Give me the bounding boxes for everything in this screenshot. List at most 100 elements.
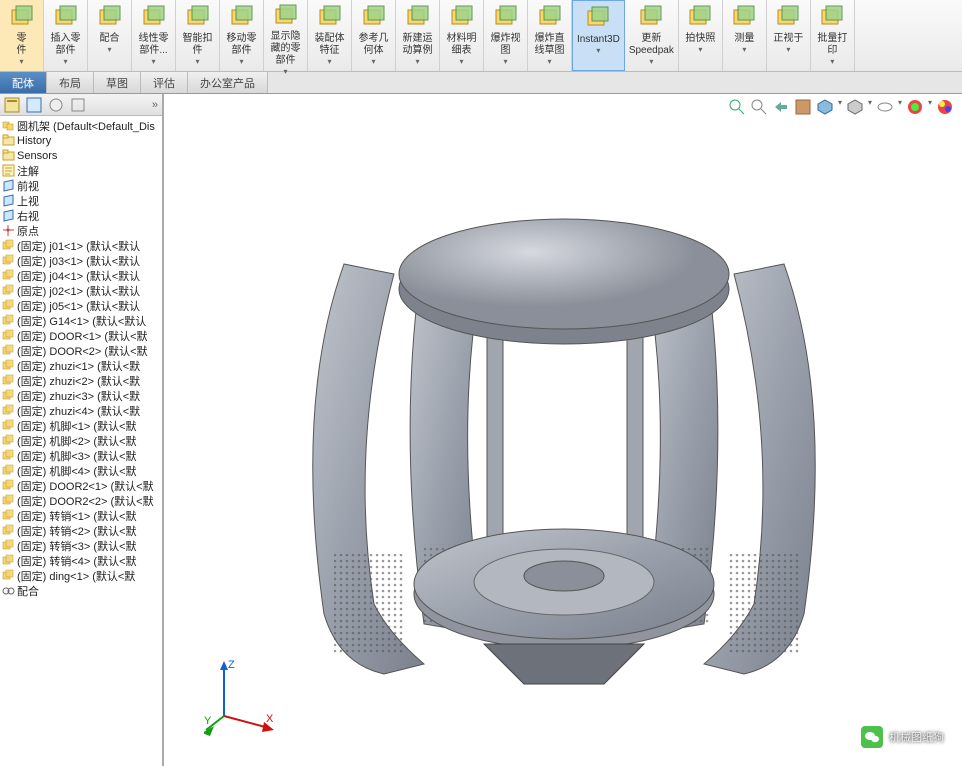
property-tab-icon[interactable] xyxy=(48,97,64,113)
dropdown-arrow-icon[interactable]: ▾ xyxy=(786,45,790,54)
tree-item[interactable]: 配合 xyxy=(0,583,162,598)
dropdown-arrow-icon[interactable]: ▾ xyxy=(503,57,507,66)
tree-item[interactable]: (固定) 机脚<3> (默认<默 xyxy=(0,448,162,463)
show-hidden-button[interactable]: 显示隐 藏的零 部件▾ xyxy=(264,0,308,71)
bom-button[interactable]: 材料明 细表▾ xyxy=(440,0,484,71)
dropdown-arrow-icon[interactable]: ▾ xyxy=(107,45,111,54)
section-icon[interactable] xyxy=(794,98,812,116)
axis-z: Z xyxy=(228,659,235,671)
dropdown-icon[interactable]: ▾ xyxy=(838,98,842,116)
measure-button[interactable]: 测量▾ xyxy=(723,0,767,71)
tree-item[interactable]: (固定) ding<1> (默认<默 xyxy=(0,568,162,583)
dropdown-arrow-icon[interactable]: ▾ xyxy=(239,57,243,66)
scene-icon[interactable] xyxy=(936,98,954,116)
tree-item[interactable]: (固定) 转销<4> (默认<默 xyxy=(0,553,162,568)
tree-item[interactable]: (固定) 机脚<1> (默认<默 xyxy=(0,418,162,433)
tree-item[interactable]: (固定) G14<1> (默认<默认 xyxy=(0,313,162,328)
dropdown-icon[interactable]: ▾ xyxy=(928,98,932,116)
tree-item[interactable]: (固定) DOOR<2> (默认<默 xyxy=(0,343,162,358)
tree-item-label: Sensors xyxy=(17,150,57,162)
dropdown-icon[interactable]: ▾ xyxy=(868,98,872,116)
tree-item[interactable]: (固定) zhuzi<4> (默认<默 xyxy=(0,403,162,418)
tree-item[interactable]: 上视 xyxy=(0,193,162,208)
instant3d-button[interactable]: Instant3D▾ xyxy=(572,0,625,71)
tree-item[interactable]: (固定) 转销<2> (默认<默 xyxy=(0,523,162,538)
sidebar-expand-icon[interactable]: » xyxy=(152,99,158,111)
mate-button[interactable]: 配合▾ xyxy=(88,0,132,71)
orientation-triad[interactable]: Z X Y xyxy=(204,656,284,736)
view-orient-icon[interactable] xyxy=(816,98,834,116)
tree-item[interactable]: (固定) zhuzi<3> (默认<默 xyxy=(0,388,162,403)
dropdown-arrow-icon[interactable]: ▾ xyxy=(195,57,199,66)
dropdown-arrow-icon[interactable]: ▾ xyxy=(596,46,600,55)
tab-办公室产品[interactable]: 办公室产品 xyxy=(188,72,268,93)
update-speedpak-button[interactable]: 更新 Speedpak▾ xyxy=(625,0,679,71)
snapshot-button[interactable]: 拍快照▾ xyxy=(679,0,723,71)
dropdown-arrow-icon[interactable]: ▾ xyxy=(830,57,834,66)
dropdown-arrow-icon[interactable]: ▾ xyxy=(698,45,702,54)
assembly-feature-button[interactable]: 装配体 特征▾ xyxy=(308,0,352,71)
appearance-icon[interactable] xyxy=(906,98,924,116)
dropdown-arrow-icon[interactable]: ▾ xyxy=(283,67,287,76)
batch-print-button[interactable]: 批量打 印▾ xyxy=(811,0,855,71)
tree-item[interactable]: Sensors xyxy=(0,148,162,163)
dropdown-arrow-icon[interactable]: ▾ xyxy=(371,57,375,66)
hide-show-icon[interactable] xyxy=(876,98,894,116)
display-tab-icon[interactable] xyxy=(70,97,86,113)
tab-草图[interactable]: 草图 xyxy=(94,72,141,93)
tree-item-label: (固定) j04<1> (默认<默认 xyxy=(17,268,140,284)
dropdown-arrow-icon[interactable]: ▾ xyxy=(151,57,155,66)
tree-item[interactable]: (固定) 机脚<2> (默认<默 xyxy=(0,433,162,448)
linear-pattern-button[interactable]: 线性零 部件...▾ xyxy=(132,0,176,71)
explode-line-button[interactable]: 爆炸直 线草图▾ xyxy=(528,0,572,71)
dropdown-arrow-icon[interactable]: ▾ xyxy=(19,57,23,66)
prev-view-icon[interactable] xyxy=(772,98,790,116)
tree-item[interactable]: (固定) DOOR<1> (默认<默 xyxy=(0,328,162,343)
tree-item[interactable]: (固定) j05<1> (默认<默认 xyxy=(0,298,162,313)
insert-part-button[interactable]: 插入零 部件▾ xyxy=(44,0,88,71)
tree-item[interactable]: (固定) j02<1> (默认<默认 xyxy=(0,283,162,298)
dropdown-arrow-icon[interactable]: ▾ xyxy=(63,57,67,66)
dropdown-arrow-icon[interactable]: ▾ xyxy=(415,57,419,66)
tree-item[interactable]: (固定) j01<1> (默认<默认 xyxy=(0,238,162,253)
tree-item[interactable]: (固定) DOOR2<2> (默认<默 xyxy=(0,493,162,508)
dropdown-arrow-icon[interactable]: ▾ xyxy=(649,57,653,66)
dropdown-arrow-icon[interactable]: ▾ xyxy=(547,57,551,66)
watermark: 机械图纸狗 xyxy=(861,726,944,748)
plane-icon xyxy=(2,194,15,207)
tree-item[interactable]: 右视 xyxy=(0,208,162,223)
zoom-fit-icon[interactable] xyxy=(728,98,746,116)
dropdown-icon[interactable]: ▾ xyxy=(898,98,902,116)
zoom-area-icon[interactable] xyxy=(750,98,768,116)
tab-配体[interactable]: 配体 xyxy=(0,72,47,93)
explode-view-button[interactable]: 爆炸视 图▾ xyxy=(484,0,528,71)
move-component-button[interactable]: 移动零 部件▾ xyxy=(220,0,264,71)
tree-item[interactable]: History xyxy=(0,133,162,148)
tree-item[interactable]: (固定) 转销<3> (默认<默 xyxy=(0,538,162,553)
tab-布局[interactable]: 布局 xyxy=(47,72,94,93)
tree-item[interactable]: (固定) 机脚<4> (默认<默 xyxy=(0,463,162,478)
tree-root[interactable]: 圆机架 (Default<Default_Dis xyxy=(0,118,162,133)
tree-item[interactable]: (固定) zhuzi<2> (默认<默 xyxy=(0,373,162,388)
smart-fastener-button[interactable]: 智能扣 件▾ xyxy=(176,0,220,71)
tree-item[interactable]: (固定) zhuzi<1> (默认<默 xyxy=(0,358,162,373)
tree-tab-icon[interactable] xyxy=(4,97,20,113)
tree-item[interactable]: 原点 xyxy=(0,223,162,238)
tree-item[interactable]: (固定) DOOR2<1> (默认<默 xyxy=(0,478,162,493)
config-tab-icon[interactable] xyxy=(26,97,42,113)
edit-part-button[interactable]: 零 件▾ xyxy=(0,0,44,71)
dropdown-arrow-icon[interactable]: ▾ xyxy=(327,57,331,66)
dropdown-arrow-icon[interactable]: ▾ xyxy=(459,57,463,66)
display-style-icon[interactable] xyxy=(846,98,864,116)
tree-item[interactable]: 前视 xyxy=(0,178,162,193)
dropdown-arrow-icon[interactable]: ▾ xyxy=(742,45,746,54)
tab-评估[interactable]: 评估 xyxy=(141,72,188,93)
normal-to-button[interactable]: 正视于▾ xyxy=(767,0,811,71)
tree-item[interactable]: (固定) j04<1> (默认<默认 xyxy=(0,268,162,283)
tree-item[interactable]: (固定) j03<1> (默认<默认 xyxy=(0,253,162,268)
tree-item[interactable]: (固定) 转销<1> (默认<默 xyxy=(0,508,162,523)
3d-viewport[interactable]: ▾ ▾ ▾ ▾ xyxy=(164,94,962,766)
reference-geom-button[interactable]: 参考几 何体▾ xyxy=(352,0,396,71)
motion-study-button[interactable]: 新建运 动算例▾ xyxy=(396,0,440,71)
tree-item[interactable]: 注解 xyxy=(0,163,162,178)
